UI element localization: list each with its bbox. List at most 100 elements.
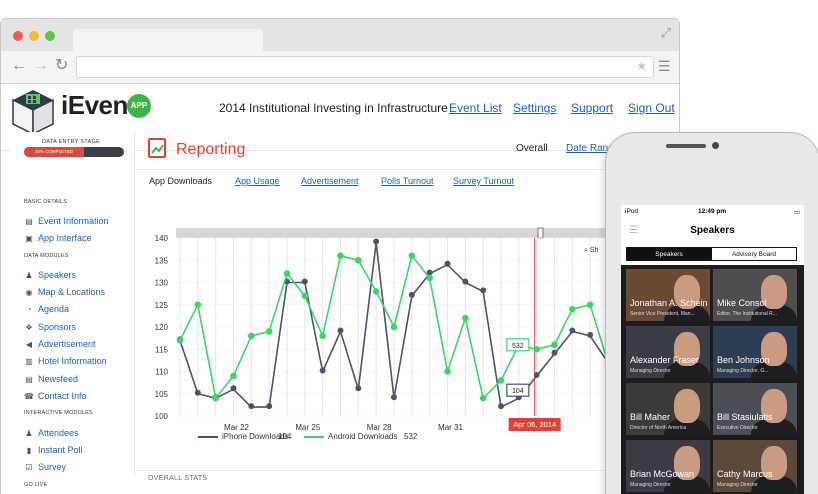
stage-progress-text: 10% COMPLETED	[34, 149, 74, 154]
speaker-name: Alexander Fraser	[630, 355, 700, 365]
maximize-window-button[interactable]	[45, 31, 55, 41]
location-icon: ◉	[25, 288, 33, 297]
attendees-icon: ♟	[25, 429, 33, 438]
sidebar-item-contact-info[interactable]: ☎ Contact Info	[24, 391, 87, 401]
sidebar-item-agenda[interactable]: ◔ Agenda	[24, 304, 69, 314]
phone-camera	[712, 142, 719, 149]
speaker-name: Bill Maher	[630, 412, 671, 422]
tab-survey-turnout[interactable]: Survey Turnout	[453, 176, 514, 186]
x-tick-label: Mar 31	[438, 423, 463, 432]
sidebar-item-instant-poll[interactable]: ▮ Instant Poll	[24, 445, 83, 455]
legend-iphone-value: 104	[278, 432, 292, 441]
forward-arrow-icon[interactable]: →	[33, 57, 49, 75]
iphone-point	[194, 389, 201, 396]
sidebar-item-map-locations[interactable]: ◉ Map & Locations	[24, 287, 106, 297]
iphone-point	[408, 291, 415, 298]
segment-advisory-board[interactable]: Advisory Board	[711, 247, 797, 261]
downloads-chart: 100 105 110 115 120 125 130 135 140 Mar 22 Mar 25 M…	[155, 227, 608, 432]
sidebar-item-advertisement[interactable]: ◀ Advertisement	[24, 339, 96, 349]
x-tick-label: Mar 28	[367, 423, 392, 432]
sidebar-item-attendees[interactable]: ♟ Attendees	[24, 428, 78, 438]
support-link[interactable]: Support	[571, 101, 613, 115]
iphone-point	[533, 371, 540, 378]
back-arrow-icon[interactable]: ←	[11, 57, 27, 75]
sidebar-item-newsfeed[interactable]: ▤ Newsfeed	[24, 374, 78, 384]
sidebar-item-survey[interactable]: ☑ Survey	[24, 462, 66, 472]
segment-speakers[interactable]: Speakers	[626, 247, 712, 261]
tab-overall[interactable]: Overall	[516, 143, 548, 154]
address-bar[interactable]: ★	[76, 56, 654, 78]
sidebar-item-label: Contact Info	[38, 391, 87, 401]
close-window-button[interactable]	[13, 31, 23, 41]
android-point	[533, 345, 540, 353]
iphone-point	[587, 331, 594, 338]
sign-out-link[interactable]: Sign Out	[628, 101, 675, 115]
android-point	[355, 256, 362, 264]
legend-iphone: iPhone Downloads	[198, 432, 289, 441]
speaker-tile[interactable]: Cathy Marcus Managing Director	[713, 440, 797, 492]
android-point	[426, 274, 433, 282]
android-point	[390, 323, 398, 331]
survey-icon: ☑	[25, 463, 33, 472]
fullscreen-icon[interactable]: ⤢	[661, 25, 671, 41]
main-content: Reporting Overall Date Range App Downloa…	[136, 132, 678, 482]
sidebar: DATA ENTRY STAGE 10% COMPLETED BASIC DET…	[10, 132, 135, 488]
sidebar-item-label: Event Information	[38, 216, 109, 226]
browser-tab[interactable]	[73, 29, 263, 51]
iphone-point	[498, 403, 504, 410]
chart-range-handle[interactable]	[537, 227, 544, 239]
speaker-role: Senior Vice President, Man...	[630, 311, 695, 317]
app-badge: APP	[127, 94, 151, 118]
tab-advertisement[interactable]: Advertisement	[301, 176, 359, 186]
browser-toolbar: ← → ↻ ★ ☰	[1, 51, 679, 84]
person-icon: ♟	[25, 271, 33, 280]
speaker-tile[interactable]: Bill Stasiulatis Executive Director	[713, 383, 797, 435]
speaker-tile[interactable]: Mike Consol Editor, The Institutional R..…	[713, 269, 797, 321]
x-tick-label: Mar 25	[295, 423, 320, 432]
speaker-tile[interactable]: Brian McGowan Managing Director	[626, 440, 710, 492]
minimize-window-button[interactable]	[29, 31, 39, 41]
speaker-role: Managing Director	[630, 368, 671, 374]
speaker-tile[interactable]: Alexander Fraser Managing Director	[626, 326, 710, 378]
speaker-name: Cathy Marcus	[717, 469, 773, 479]
speaker-role: Director of North America	[630, 425, 687, 431]
android-point	[372, 288, 380, 295]
event-list-link[interactable]: Event List	[449, 101, 502, 115]
settings-link[interactable]: Settings	[513, 101, 556, 115]
speaker-role: Managing Director, G...	[717, 368, 769, 374]
iphone-point	[248, 403, 255, 410]
android-point	[551, 341, 558, 349]
speaker-tile[interactable]: Ben Johnson Managing Director, G...	[713, 326, 797, 378]
android-tooltip-value: 532	[512, 343, 524, 350]
sidebar-item-label: Hotel Information	[38, 356, 107, 366]
y-tick-label: 115	[155, 345, 168, 354]
sidebar-item-speakers[interactable]: ♟ Speakers	[24, 270, 76, 280]
menu-icon[interactable]: ☰	[658, 57, 671, 75]
android-point	[497, 377, 505, 384]
sidebar-item-label: Map & Locations	[38, 287, 106, 297]
phone-nav-bar: ☰ Speakers	[621, 219, 804, 243]
sidebar-item-hotel-information[interactable]: ▥ Hotel Information	[24, 356, 107, 366]
speaker-tile[interactable]: Jonathan A. Schein Senior Vice President,…	[626, 269, 710, 321]
y-tick-label: 125	[155, 301, 169, 310]
android-point	[462, 314, 469, 322]
speaker-tile[interactable]: Bill Maher Director of North America	[626, 383, 710, 435]
speaker-role: Executive Director	[717, 425, 758, 431]
legend-android-label: Android Downloads	[328, 432, 398, 441]
sidebar-item-event-information[interactable]: ▤ Event Information	[24, 216, 109, 226]
tab-app-usage[interactable]: App Usage	[235, 176, 280, 186]
iphone-point	[569, 327, 576, 334]
overall-stats-heading: OVERALL STATS	[148, 475, 208, 482]
android-point	[176, 337, 184, 344]
sidebar-item-app-interface[interactable]: ▣ App Interface	[24, 233, 91, 243]
android-point	[265, 328, 273, 335]
sidebar-item-sponsors[interactable]: ❖ Sponsors	[24, 322, 76, 332]
reload-icon[interactable]: ↻	[55, 57, 68, 75]
bookmark-star-icon[interactable]: ★	[636, 59, 647, 73]
iphone-point	[301, 278, 308, 285]
phone-mockup: iPod 12:49 pm ▭ ☰ Speakers Speakers Advi…	[605, 132, 818, 494]
sponsors-icon: ❖	[25, 323, 33, 332]
tab-app-downloads[interactable]: App Downloads	[149, 176, 212, 186]
tab-polls-turnout[interactable]: Polls Turnout	[381, 176, 434, 186]
show-zoom-label: ⌕ Sh	[584, 247, 599, 254]
